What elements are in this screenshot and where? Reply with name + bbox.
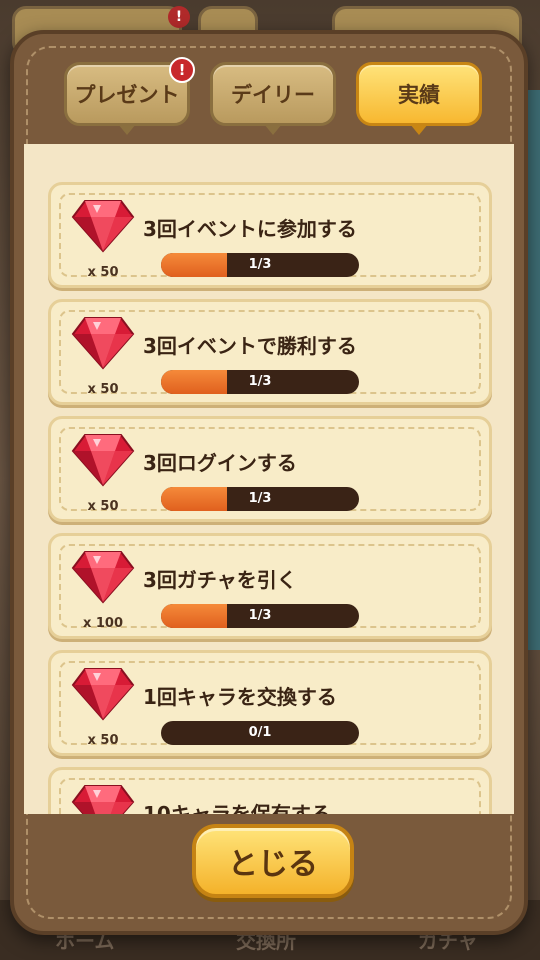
achievement-title: 3回イベントに参加する: [143, 217, 357, 241]
ruby-gem-icon: [71, 551, 135, 604]
ruby-gem-icon: [71, 200, 135, 253]
achievement-card[interactable]: 10キャラを保有する: [48, 767, 492, 814]
tab-achievements-label: 実績: [398, 83, 440, 107]
reward-quantity: x 50: [87, 733, 119, 748]
achievement-card[interactable]: x 50 3回ログインする 1/3: [48, 416, 492, 522]
tab-present-label: プレゼント: [74, 83, 180, 107]
ruby-gem-icon: [71, 317, 135, 370]
achievement-card[interactable]: x 100 3回ガチャを引く 1/3: [48, 533, 492, 639]
tab-achievements[interactable]: 実績: [356, 62, 482, 135]
achievement-card[interactable]: x 50 3回イベントで勝利する 1/3: [48, 299, 492, 405]
progress-text: 0/1: [248, 725, 272, 740]
achievement-card[interactable]: x 50 1回キャラを交換する 0/1: [48, 650, 492, 756]
achievement-card[interactable]: x 50 3回イベントに参加する 1/3: [48, 182, 492, 288]
achievement-list[interactable]: x 50 3回イベントに参加する 1/3 x 50 3回イベントで勝利する 1/…: [24, 144, 514, 814]
progress-bar: 1/3: [161, 253, 359, 277]
achievements-modal: プレゼント ! デイリー 実績 x 50 3回イベントに参加する 1/3 x 5…: [10, 30, 528, 935]
progress-text: 1/3: [248, 257, 272, 272]
close-button-label: とじる: [228, 847, 318, 882]
reward-quantity: x 50: [87, 265, 119, 280]
achievement-title: 3回ガチャを引く: [143, 568, 297, 592]
achievement-title: 3回ログインする: [143, 451, 297, 475]
background-side-panel: [526, 90, 540, 650]
progress-bar: 0/1: [161, 721, 359, 745]
ruby-gem-icon: [71, 434, 135, 487]
ruby-gem-icon: [71, 785, 135, 814]
background-alert-badge: !: [168, 6, 190, 28]
tab-present[interactable]: プレゼント !: [64, 57, 195, 135]
close-button[interactable]: とじる: [192, 824, 354, 898]
progress-bar: 1/3: [161, 370, 359, 394]
reward-quantity: x 50: [87, 382, 119, 397]
tab-daily[interactable]: デイリー: [210, 62, 336, 135]
achievement-title: 10キャラを保有する: [143, 802, 331, 814]
ruby-gem-icon: [71, 668, 135, 721]
tab-daily-label: デイリー: [231, 83, 315, 107]
notification-badge: !: [169, 57, 195, 83]
progress-bar: 1/3: [161, 604, 359, 628]
progress-bar: 1/3: [161, 487, 359, 511]
progress-text: 1/3: [248, 374, 272, 389]
progress-text: 1/3: [248, 608, 272, 623]
achievement-title: 3回イベントで勝利する: [143, 334, 357, 358]
progress-text: 1/3: [248, 491, 272, 506]
achievement-title: 1回キャラを交換する: [143, 685, 337, 709]
tab-bar: プレゼント ! デイリー 実績: [56, 57, 484, 142]
reward-quantity: x 50: [87, 499, 119, 514]
reward-quantity: x 100: [82, 616, 124, 631]
